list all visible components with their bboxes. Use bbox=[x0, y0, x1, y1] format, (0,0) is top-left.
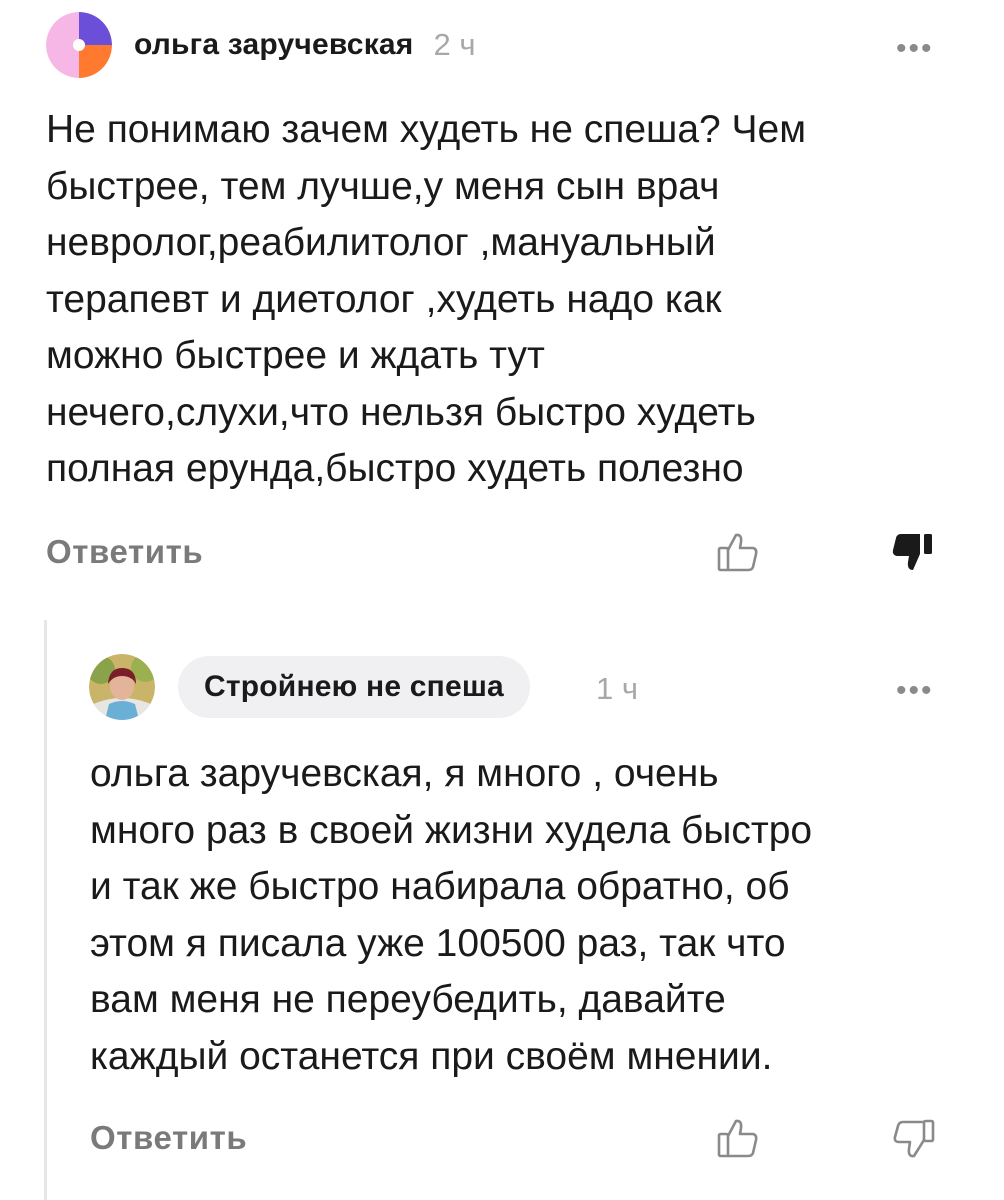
like-button[interactable] bbox=[716, 530, 760, 579]
comment-text-line: нечего,слухи,что нельзя быстро худеть bbox=[46, 390, 756, 434]
comment-header: ольга заручевская 2 ч bbox=[134, 27, 476, 63]
reply-text: ольга заручевская, я много , очень много… bbox=[90, 746, 812, 1085]
dislike-button[interactable] bbox=[892, 1118, 936, 1167]
reply-text-line: ольга заручевская, я много , очень bbox=[90, 752, 719, 795]
thumbs-down-filled-icon bbox=[892, 534, 932, 570]
comment-text-line: терапевт и диетолог ,худеть надо как bbox=[46, 277, 722, 321]
comment-text-line: можно быстрее и ждать тут bbox=[46, 334, 545, 377]
thumbs-up-icon bbox=[717, 1119, 758, 1158]
more-options-icon[interactable]: ••• bbox=[896, 34, 934, 64]
reply-text-line: вам меня не переубедить, давайте bbox=[90, 978, 726, 1021]
timestamp: 1 ч bbox=[596, 671, 639, 706]
comments-page: ольга заручевская 2 ч ••• Не понимаю зач… bbox=[0, 0, 1004, 1200]
reply-text-line: этом я писала уже 100500 раз, так что bbox=[90, 921, 786, 965]
reply-text-line: каждый останется при своём мнении. bbox=[90, 1034, 773, 1078]
like-button[interactable] bbox=[716, 1116, 760, 1165]
author-name: Стройнею не спеша bbox=[204, 670, 504, 703]
dislike-button[interactable] bbox=[892, 532, 936, 581]
reply-text-line: много раз в своей жизни худела быстро bbox=[90, 808, 813, 852]
reply-text-line: и так же быстро набирала обратно, об bbox=[90, 865, 790, 908]
comment-text-line: Не понимаю зачем худеть не спеша? Чем bbox=[46, 108, 807, 151]
comment-text: Не понимаю зачем худеть не спеша? Чем бы… bbox=[46, 102, 806, 498]
reply-button[interactable]: Ответить bbox=[90, 1119, 247, 1157]
thumbs-down-icon bbox=[893, 1119, 935, 1158]
thumbs-up-icon bbox=[717, 533, 758, 572]
thread-line bbox=[44, 620, 47, 1200]
author-pill[interactable]: Стройнею не спеша bbox=[178, 656, 530, 718]
avatar-image bbox=[46, 12, 112, 78]
reply-button[interactable]: Ответить bbox=[46, 533, 203, 571]
author-name[interactable]: ольга заручевская bbox=[134, 28, 414, 62]
comment-text-line: полная ерунда,быстро худеть полезно bbox=[46, 447, 744, 490]
avatar-image bbox=[89, 654, 155, 720]
comment-text-line: невролог,реабилитолог ,мануальный bbox=[46, 221, 716, 264]
comment-text-line: быстрее, тем лучше,у меня сын врач bbox=[46, 164, 720, 208]
timestamp: 2 ч bbox=[433, 27, 476, 62]
more-options-icon[interactable]: ••• bbox=[896, 676, 934, 706]
avatar[interactable] bbox=[46, 12, 112, 78]
avatar[interactable] bbox=[89, 654, 155, 720]
